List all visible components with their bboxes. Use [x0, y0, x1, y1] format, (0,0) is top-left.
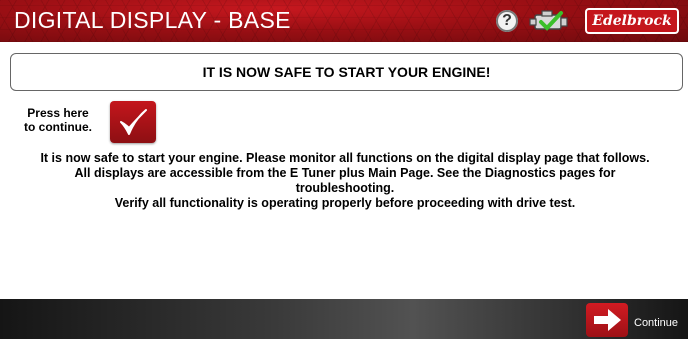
instruction-line-4: Verify all functionality is operating pr…: [114, 196, 576, 210]
continue-label[interactable]: Continue: [634, 317, 678, 329]
right-arrow-icon: [594, 309, 621, 331]
header-bar: DIGITAL DISPLAY - BASE ? Edelbrock: [0, 0, 688, 42]
help-icon[interactable]: ?: [496, 10, 518, 32]
continue-check-button[interactable]: [110, 101, 156, 143]
press-line-2: to continue.: [24, 120, 92, 134]
checkmark-icon: [120, 109, 147, 135]
instruction-line-1: It is now safe to start your engine. Ple…: [40, 151, 650, 165]
safe-start-banner: IT IS NOW SAFE TO START YOUR ENGINE!: [10, 53, 683, 91]
edelbrock-logo: Edelbrock: [585, 8, 679, 34]
press-here-label: Press here to continue.: [18, 106, 98, 134]
instructions-text: It is now safe to start your engine. Ple…: [6, 151, 684, 211]
press-line-1: Press here: [27, 106, 89, 120]
footer-bar: [0, 299, 688, 339]
page-title: DIGITAL DISPLAY - BASE: [14, 7, 291, 33]
engine-status-icon[interactable]: [528, 9, 574, 33]
instruction-line-3: troubleshooting.: [295, 181, 395, 195]
instruction-line-2: All displays are accessible from the E T…: [74, 166, 616, 180]
continue-arrow-button[interactable]: [586, 303, 628, 337]
